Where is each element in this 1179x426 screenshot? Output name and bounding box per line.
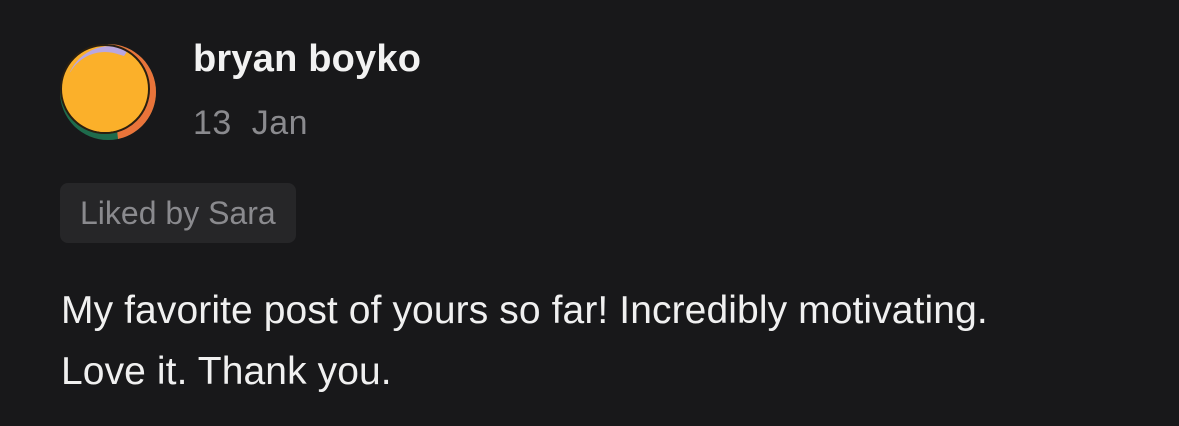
comment-body-line: My favorite post of yours so far! Incred… bbox=[61, 289, 988, 332]
comment-date: 13 Jan bbox=[193, 104, 309, 142]
comment-card: bryan boyko 13 Jan Liked by Sara My favo… bbox=[0, 0, 1179, 426]
liked-by-badge[interactable]: Liked by Sara bbox=[60, 183, 296, 243]
comment-body: My favorite post of yours so far! Incred… bbox=[61, 280, 1151, 402]
author-name[interactable]: bryan boyko bbox=[193, 38, 421, 81]
avatar[interactable] bbox=[58, 42, 158, 142]
avatar-image bbox=[60, 44, 157, 140]
comment-body-line: Love it. Thank you. bbox=[61, 350, 392, 393]
